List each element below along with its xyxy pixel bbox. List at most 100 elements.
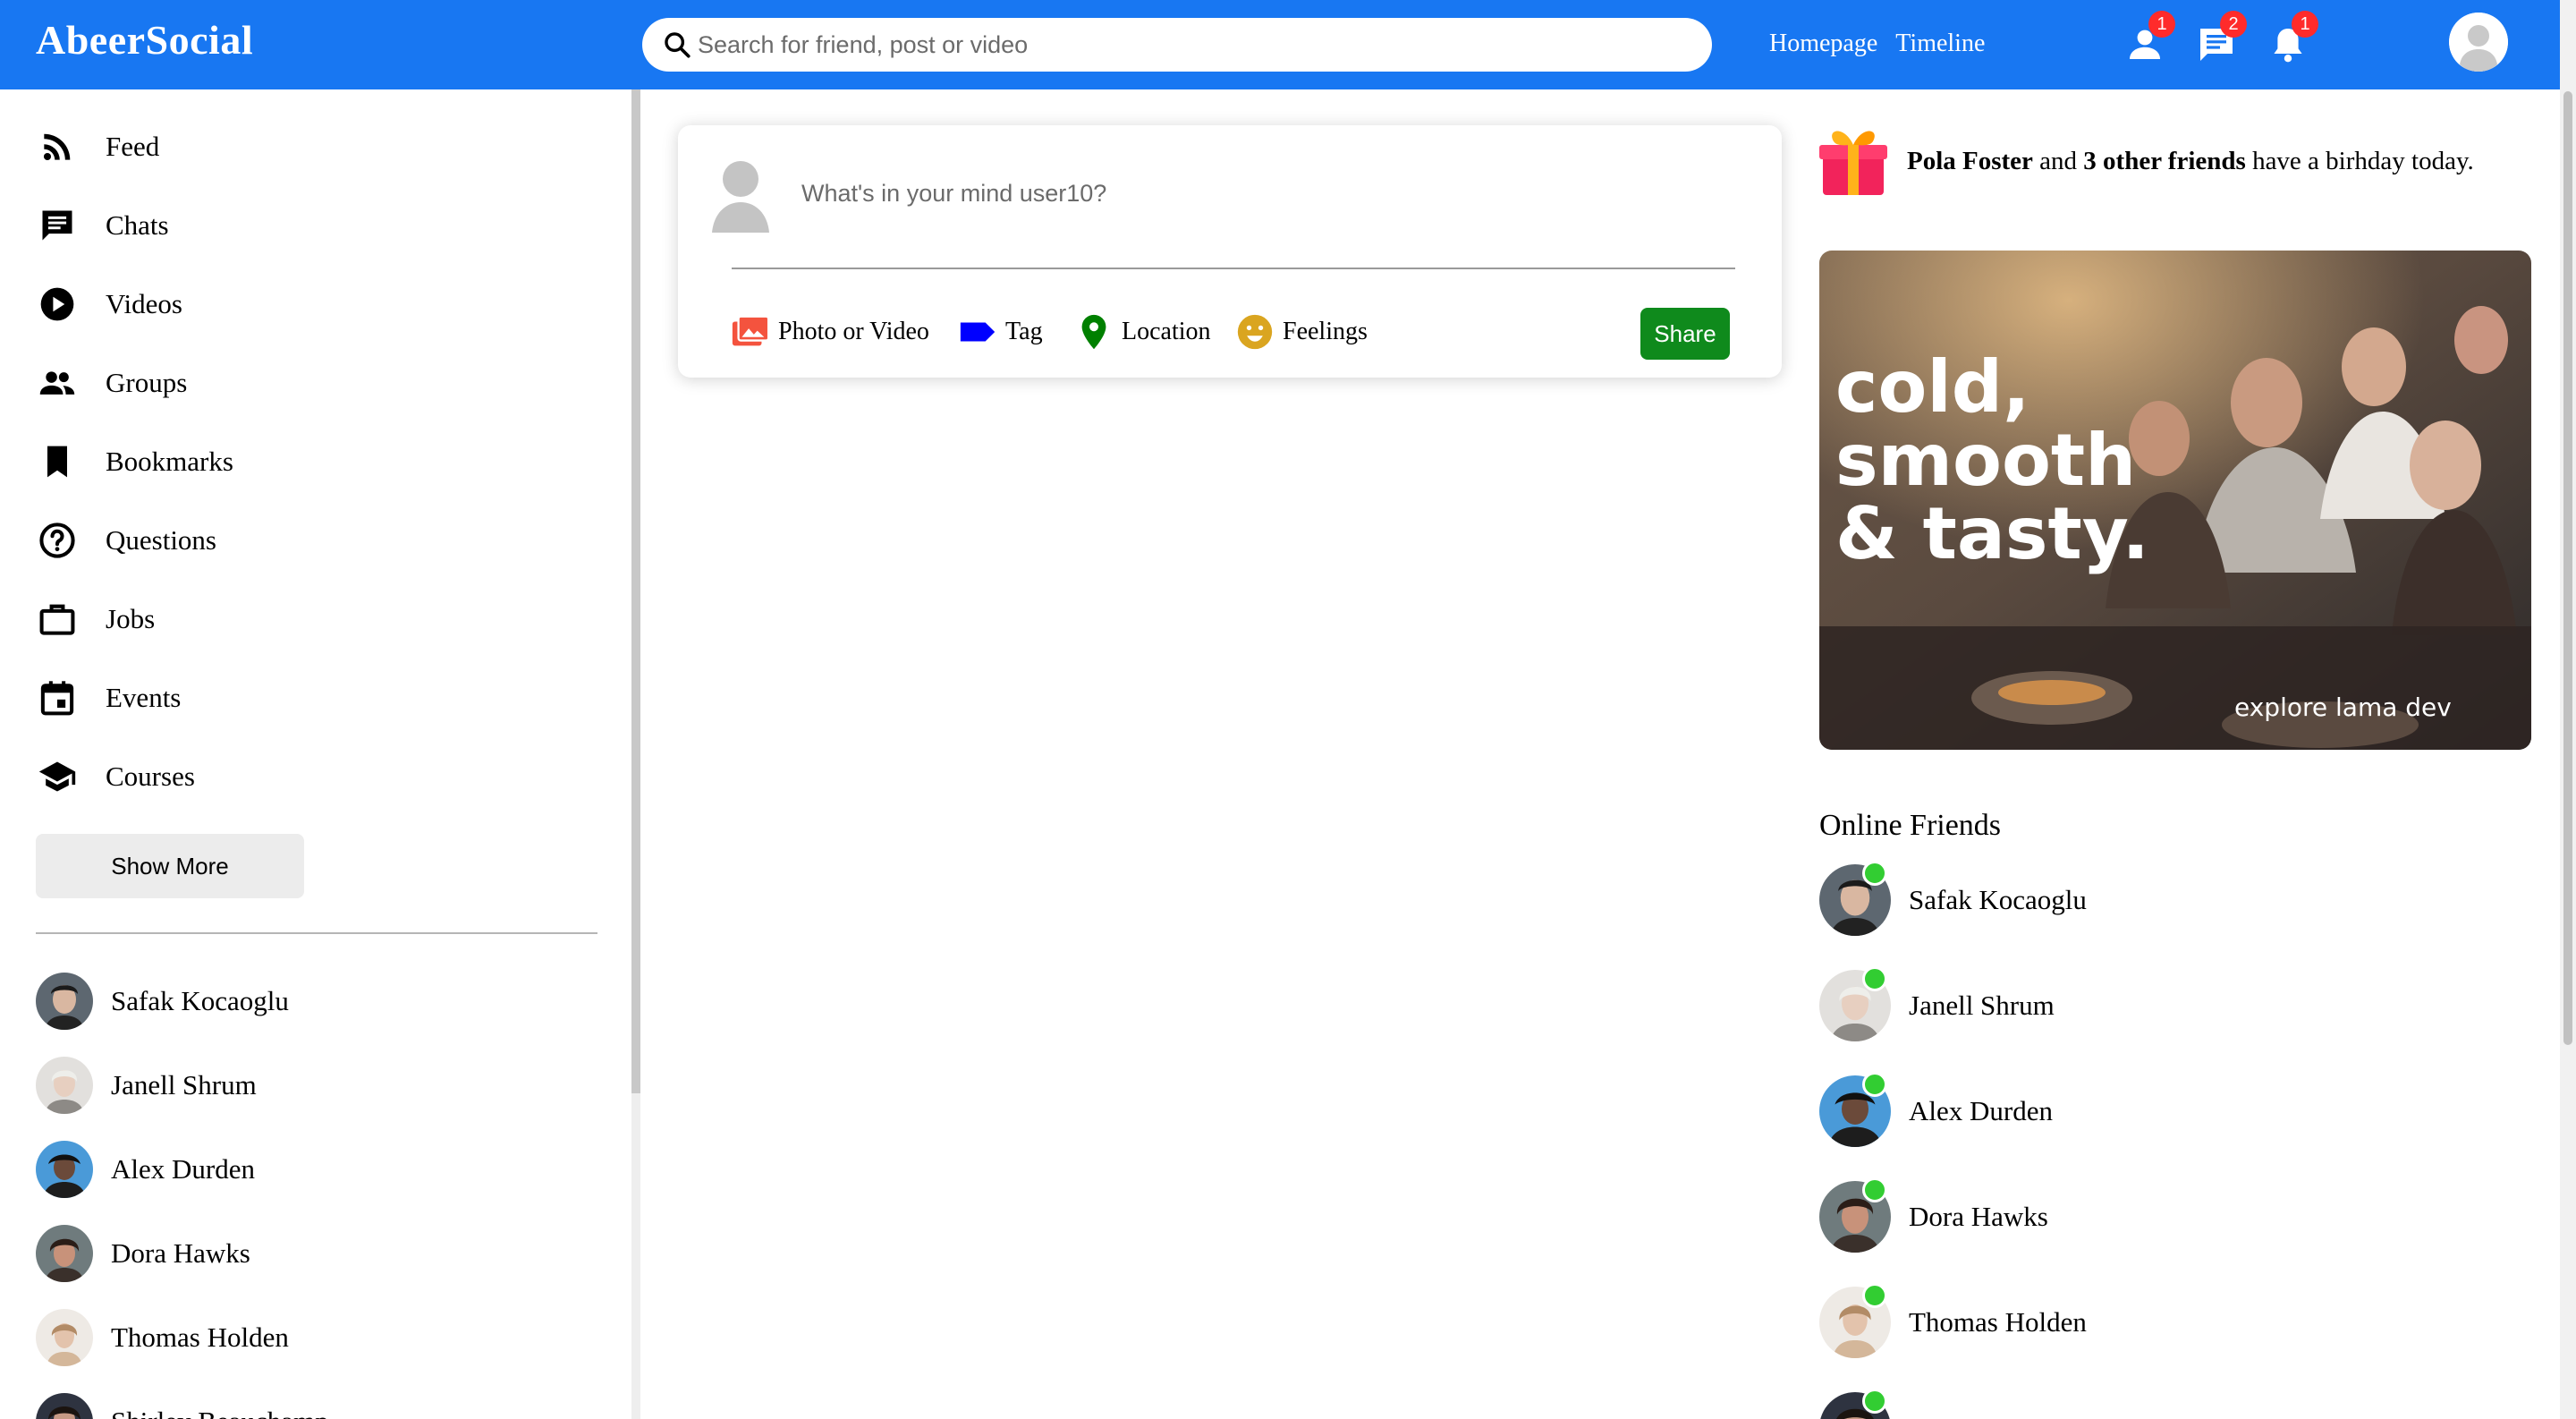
user-avatar-icon: [712, 161, 769, 233]
location-pin-icon: [1081, 314, 1106, 350]
location-option[interactable]: Location: [1073, 311, 1211, 353]
sidebar-item-bookmarks[interactable]: Bookmarks: [36, 435, 233, 489]
feelings-option[interactable]: Feelings: [1234, 311, 1368, 353]
smiley-icon: [1237, 314, 1273, 350]
share-divider: [732, 268, 1735, 269]
ad-headline-line-2: smooth: [1835, 419, 2136, 502]
left-sidebar: Feed Chats Videos Groups Bookmarks Quest…: [0, 89, 640, 1419]
search-input[interactable]: [698, 22, 1682, 67]
friend-name: Alex Durden: [111, 1153, 255, 1185]
feelings-label: Feelings: [1283, 318, 1368, 345]
chat-icon: [36, 204, 79, 247]
group-icon: [36, 361, 79, 404]
online-friends-title: Online Friends: [1819, 809, 2002, 842]
online-friend-avatar: [1819, 1389, 1891, 1419]
birthday-notice: Pola Foster and 3 other friends have a b…: [1819, 125, 2474, 197]
sidebar-item-questions[interactable]: Questions: [36, 514, 216, 567]
advertisement-banner[interactable]: cold, smooth & tasty. explore lama dev: [1819, 251, 2531, 750]
sidebar-item-events[interactable]: Events: [36, 671, 181, 725]
tag-label: Tag: [1005, 318, 1043, 345]
sidebar-item-label: Courses: [106, 760, 195, 792]
friend-requests-button[interactable]: 1: [2123, 11, 2175, 68]
photo-video-option[interactable]: Photo or Video: [730, 311, 929, 353]
friend-avatar: [36, 1141, 93, 1198]
online-status-dot: [1862, 861, 1887, 886]
friend-avatar: [36, 1057, 93, 1114]
online-status-dot: [1862, 966, 1887, 991]
sidebar-item-label: Groups: [106, 367, 188, 398]
online-friend-avatar: [1819, 1283, 1891, 1358]
sidebar-item-label: Chats: [106, 209, 169, 241]
sidebar-item-label: Bookmarks: [106, 446, 233, 477]
online-friend-name: Janell Shrum: [1909, 990, 2055, 1021]
online-friend-name: Dora Hawks: [1909, 1201, 2048, 1232]
friend-item[interactable]: Thomas Holden: [36, 1308, 289, 1367]
messages-badge: 2: [2220, 11, 2247, 38]
share-box: Photo or Video Tag Location Feelings Sha…: [678, 125, 1782, 378]
profile-avatar[interactable]: [2449, 13, 2508, 72]
friend-item[interactable]: Alex Durden: [36, 1140, 255, 1199]
window-edge: [2560, 0, 2576, 89]
online-status-dot: [1862, 1283, 1887, 1308]
ad-headline-line-3: & tasty.: [1835, 492, 2149, 575]
online-friend-item[interactable]: [1819, 1389, 1891, 1419]
page-scrollbar-thumb[interactable]: [2563, 91, 2572, 1045]
online-friend-item[interactable]: Safak Kocaoglu: [1819, 861, 2087, 936]
online-friend-avatar: [1819, 1072, 1891, 1147]
sidebar-item-chats[interactable]: Chats: [36, 199, 169, 252]
birthday-name[interactable]: Pola Foster: [1907, 147, 2033, 175]
calendar-icon: [36, 676, 79, 719]
friend-item[interactable]: Safak Kocaoglu: [36, 972, 289, 1031]
user-avatar: [708, 156, 773, 233]
tag-option[interactable]: Tag: [957, 311, 1043, 353]
sidebar-item-videos[interactable]: Videos: [36, 277, 182, 331]
friend-avatar: [36, 1225, 93, 1282]
timeline-link[interactable]: Timeline: [1895, 30, 1985, 58]
online-friend-item[interactable]: Thomas Holden: [1819, 1283, 2087, 1358]
post-input[interactable]: [801, 175, 1696, 211]
friend-name: Shirley Beauchamp: [111, 1406, 329, 1419]
friend-avatar: [36, 1309, 93, 1366]
tag-icon: [960, 322, 996, 342]
friend-requests-badge: 1: [2148, 11, 2175, 38]
photo-video-label: Photo or Video: [778, 318, 929, 345]
online-status-dot: [1862, 1072, 1887, 1097]
friend-item[interactable]: Shirley Beauchamp: [36, 1392, 329, 1419]
share-button[interactable]: Share: [1640, 308, 1730, 360]
ad-image: cold, smooth & tasty. explore lama dev: [1819, 251, 2531, 750]
show-more-button[interactable]: Show More: [36, 834, 304, 898]
online-friend-item[interactable]: Alex Durden: [1819, 1072, 2053, 1147]
online-friend-item[interactable]: Janell Shrum: [1819, 966, 2055, 1041]
messages-button[interactable]: 2: [2195, 11, 2247, 68]
friend-item[interactable]: Janell Shrum: [36, 1056, 257, 1115]
rss-feed-icon: [36, 125, 79, 168]
app-logo[interactable]: AbeerSocial: [36, 16, 253, 64]
friend-avatar: [36, 973, 93, 1030]
homepage-link[interactable]: Homepage: [1769, 30, 1877, 58]
friend-avatar: [36, 1393, 93, 1419]
friend-name: Thomas Holden: [111, 1321, 289, 1353]
sidebar-item-feed[interactable]: Feed: [36, 120, 159, 174]
birthday-others[interactable]: 3 other friends: [2083, 147, 2246, 175]
sidebar-scrollbar-thumb[interactable]: [631, 89, 640, 1093]
notifications-button[interactable]: 1: [2267, 11, 2318, 68]
sidebar-item-courses[interactable]: Courses: [36, 750, 195, 803]
birthday-suffix: have a birhday today.: [2252, 146, 2474, 175]
sidebar-item-label: Jobs: [106, 603, 156, 634]
friend-item[interactable]: Dora Hawks: [36, 1224, 250, 1283]
play-circle-icon: [36, 283, 79, 326]
friend-name: Dora Hawks: [111, 1237, 250, 1269]
sidebar-item-jobs[interactable]: Jobs: [36, 592, 155, 646]
top-icons: 1 2 1: [2123, 11, 2318, 68]
sidebar-item-groups[interactable]: Groups: [36, 356, 187, 410]
birthday-text: Pola Foster and 3 other friends have a b…: [1907, 147, 2474, 176]
online-friend-item[interactable]: Dora Hawks: [1819, 1177, 2048, 1253]
bookmark-icon: [36, 440, 79, 483]
search-icon: [665, 32, 691, 58]
search-bar[interactable]: [642, 18, 1712, 72]
photo-icon: [732, 315, 770, 346]
graduation-cap-icon: [36, 755, 79, 798]
sidebar-item-label: Videos: [106, 288, 182, 319]
online-friend-avatar: [1819, 861, 1891, 936]
user-avatar-icon: [2449, 13, 2508, 72]
